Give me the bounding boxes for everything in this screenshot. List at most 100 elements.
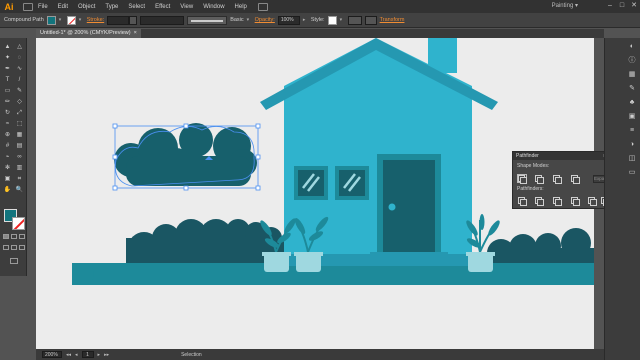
symbols-panel-icon[interactable]: ♣ [627, 98, 637, 108]
workspace-switcher[interactable]: Painting ▾ [552, 2, 578, 9]
symbol-sprayer-tool[interactable]: ✻ [2, 163, 13, 173]
selected-bush-shape[interactable] [114, 123, 257, 186]
first-artboard-icon[interactable]: ◂◂ [66, 352, 71, 358]
direct-selection-tool[interactable]: △ [14, 42, 25, 52]
close-icon[interactable]: × [134, 29, 137, 38]
zoom-tool[interactable]: 🔍 [14, 185, 25, 195]
stroke-dropdown-icon[interactable]: ▾ [79, 16, 84, 25]
layers-panel-icon[interactable]: ◫ [627, 154, 637, 164]
unite-button[interactable] [517, 174, 527, 184]
lasso-tool[interactable]: ◌ [14, 53, 25, 63]
arrange-documents-icon[interactable] [257, 2, 268, 11]
free-transform-tool[interactable]: ⬚ [14, 119, 25, 129]
blend-tool[interactable]: ∞ [14, 152, 25, 162]
fill-dropdown-icon[interactable]: ▾ [59, 16, 64, 25]
brush-dropdown-icon[interactable]: ▾ [247, 16, 252, 25]
brush-definition-preview[interactable] [187, 15, 228, 25]
menu-effect[interactable]: Effect [150, 1, 175, 13]
menu-window[interactable]: Window [198, 1, 229, 13]
opacity-label[interactable]: Opacity: [255, 17, 275, 23]
transform-link[interactable]: Transform [380, 17, 405, 23]
draw-inside-button[interactable] [19, 245, 25, 250]
pen-tool[interactable]: ✒ [2, 64, 13, 74]
graphic-style-swatch[interactable] [327, 15, 337, 25]
shape-builder-tool[interactable]: ⊕ [2, 130, 13, 140]
minus-front-button[interactable] [535, 175, 544, 184]
menu-object[interactable]: Object [73, 1, 100, 13]
paintbrush-tool[interactable]: ✎ [14, 86, 25, 96]
minimize-button[interactable]: – [606, 2, 614, 10]
intersect-button[interactable] [553, 175, 562, 184]
stroke-weight-dropdown[interactable] [129, 15, 138, 25]
graphic-styles-panel-icon[interactable]: ▣ [627, 112, 637, 122]
rotate-tool[interactable]: ↻ [2, 108, 13, 118]
divide-button[interactable] [518, 197, 527, 206]
hand-tool[interactable]: ✋ [2, 185, 13, 195]
maximize-button[interactable]: □ [618, 2, 626, 10]
pathfinder-header[interactable]: Pathfinder ≡ [513, 152, 609, 160]
menu-edit[interactable]: Edit [53, 1, 73, 13]
swatches-panel-icon[interactable]: ▦ [627, 70, 637, 80]
menu-select[interactable]: Select [123, 1, 150, 13]
curvature-tool[interactable]: ∿ [14, 64, 25, 74]
close-window-button[interactable]: ✕ [630, 2, 638, 10]
gradient-button[interactable] [11, 234, 17, 239]
crop-button[interactable] [571, 197, 580, 206]
last-artboard-icon[interactable]: ▸▸ [104, 352, 109, 358]
magic-wand-tool[interactable]: ✦ [2, 53, 13, 63]
trim-button[interactable] [535, 197, 544, 206]
recolor-artwork-button[interactable] [347, 15, 362, 25]
ground[interactable] [72, 263, 594, 285]
eyedropper-tool[interactable]: ⌁ [2, 152, 13, 162]
fill-color-swatch[interactable] [46, 15, 56, 25]
document-tab[interactable]: Untitled-1* @ 200% (CMYK/Preview) × [36, 29, 141, 38]
stroke-label[interactable]: Stroke: [87, 17, 104, 23]
variable-width-profile[interactable] [140, 15, 185, 25]
line-tool[interactable]: / [14, 75, 25, 85]
front-door[interactable] [377, 154, 441, 258]
artboard-canvas[interactable] [36, 38, 594, 349]
style-dropdown-icon[interactable]: ▾ [340, 16, 345, 25]
stroke-color-swatch[interactable] [66, 15, 76, 25]
draw-behind-button[interactable] [11, 245, 17, 250]
type-tool[interactable]: T [2, 75, 13, 85]
merge-button[interactable] [553, 197, 562, 206]
menu-help[interactable]: Help [230, 1, 252, 13]
width-tool[interactable]: ≈ [2, 119, 13, 129]
brushes-panel-icon[interactable]: ✎ [627, 84, 637, 94]
zoom-level-field[interactable]: 200% [42, 351, 62, 358]
draw-normal-button[interactable] [3, 245, 9, 250]
outline-button[interactable] [588, 197, 597, 206]
screen-mode-button[interactable] [10, 258, 18, 264]
none-button[interactable] [19, 234, 25, 239]
pencil-tool[interactable]: ✏ [2, 97, 13, 107]
stroke-swatch[interactable] [12, 217, 25, 230]
gradient-tool[interactable]: ▤ [14, 141, 25, 151]
artboards-panel-icon[interactable]: ▭ [627, 168, 637, 178]
perspective-grid-tool[interactable]: ▦ [14, 130, 25, 140]
mesh-tool[interactable]: # [2, 141, 13, 151]
align-button[interactable] [364, 15, 377, 25]
bridge-icon[interactable] [23, 2, 33, 11]
opacity-field[interactable]: 100% [277, 15, 300, 25]
next-artboard-icon[interactable]: ▸ [98, 352, 101, 358]
slice-tool[interactable]: ⌗ [14, 174, 25, 184]
opacity-dropdown-icon[interactable]: ▸ [303, 16, 308, 25]
color-panel-icon[interactable]: ◐ [627, 42, 637, 52]
eraser-tool[interactable]: ◇ [14, 97, 25, 107]
scale-tool[interactable]: ⤢ [14, 108, 25, 118]
menu-file[interactable]: File [33, 1, 53, 13]
previous-artboard-icon[interactable]: ◂ [75, 352, 78, 358]
menu-type[interactable]: Type [100, 1, 123, 13]
right-window[interactable] [335, 166, 369, 200]
selection-tool[interactable]: ▲ [2, 42, 13, 52]
left-window[interactable] [294, 166, 328, 200]
stroke-weight-field[interactable] [107, 15, 130, 25]
column-graph-tool[interactable]: ▥ [14, 163, 25, 173]
artboard-number-field[interactable]: 1 [81, 351, 94, 358]
stroke-panel-icon[interactable]: ≡ [627, 126, 637, 136]
exclude-button[interactable] [571, 175, 580, 184]
transparency-panel-icon[interactable]: ◑ [627, 140, 637, 150]
menu-view[interactable]: View [175, 1, 198, 13]
info-panel-icon[interactable]: ⓘ [627, 56, 637, 66]
